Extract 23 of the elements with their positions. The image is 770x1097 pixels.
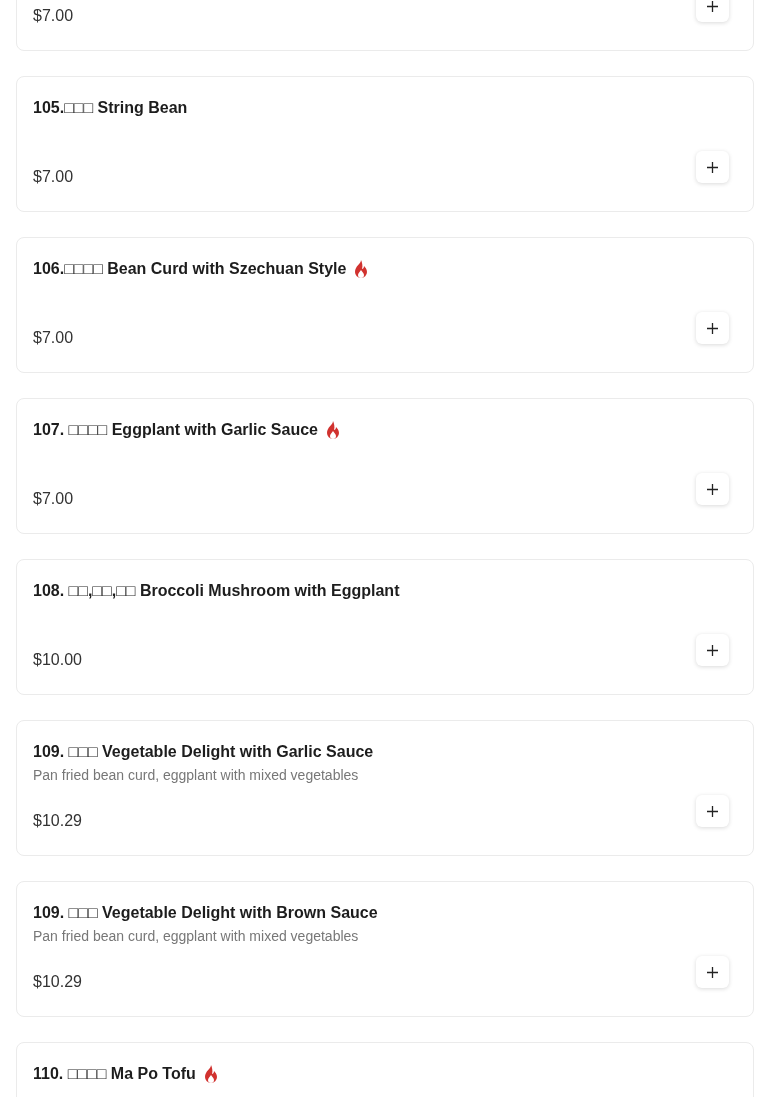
plus-icon xyxy=(707,322,718,334)
plus-icon xyxy=(707,483,718,495)
item-description: Pan fried bean curd, eggplant with mixed vegetables xyxy=(33,927,360,945)
item-title: 106.□□□□ Bean Curd with Szechuan Style xyxy=(33,259,347,279)
item-price: $7.00 xyxy=(33,328,74,348)
item-price: $10.29 xyxy=(33,811,82,831)
plus-icon xyxy=(707,0,718,12)
item-price: $7.00 xyxy=(33,6,74,26)
plus-icon xyxy=(707,966,718,978)
item-title: 107. □□□□ Eggplant with Garlic Sauce xyxy=(33,420,318,440)
item-title: 109. □□□ Vegetable Delight with Brown Sauce xyxy=(33,903,378,923)
item-price: $7.00 xyxy=(33,489,74,509)
item-title: 110. □□□□ Ma Po Tofu xyxy=(33,1064,196,1084)
item-title: 108. □□,□□,□□ Broccoli Mushroom with Eggplant xyxy=(33,581,400,601)
item-title: 105.□□□ String Bean xyxy=(33,98,188,118)
plus-icon xyxy=(707,161,718,173)
plus-icon xyxy=(707,805,718,817)
plus-icon xyxy=(707,644,718,656)
item-description: Pan fried bean curd, eggplant with mixed vegetables xyxy=(33,766,360,784)
item-price: $10.00 xyxy=(33,650,82,670)
item-price: $7.00 xyxy=(33,167,74,187)
item-title: 109. □□□ Vegetable Delight with Garlic Sauce xyxy=(33,742,374,762)
item-price: $10.29 xyxy=(33,972,82,992)
